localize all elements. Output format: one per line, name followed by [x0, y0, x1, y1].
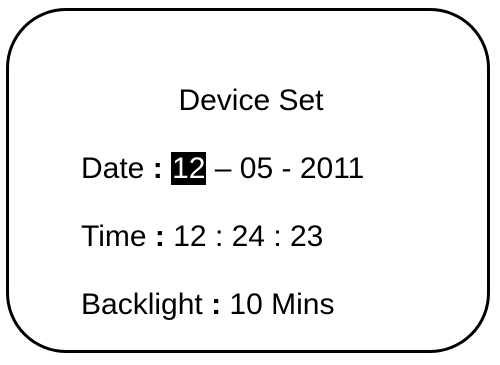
- time-row: Time : 12 : 24 : 23: [81, 219, 323, 255]
- time-separator: :: [154, 220, 165, 253]
- device-settings-screen: Device Set Date : 12 – 05 - 2011 Time : …: [6, 8, 490, 353]
- backlight-row: Backlight : 10 Mins: [81, 287, 334, 323]
- backlight-value[interactable]: 10 Mins: [229, 288, 334, 321]
- date-day-field-selected[interactable]: 12: [171, 152, 207, 185]
- time-value[interactable]: 12 : 24 : 23: [173, 220, 323, 253]
- screen-title: Device Set: [178, 84, 324, 117]
- backlight-label: Backlight: [81, 288, 203, 321]
- date-row: Date : 12 – 05 - 2011: [81, 151, 364, 187]
- time-label: Time: [81, 220, 147, 253]
- date-month-year-value[interactable]: – 05 - 2011: [215, 152, 365, 185]
- date-separator: :: [152, 152, 163, 185]
- backlight-separator: :: [211, 288, 222, 321]
- date-label: Date: [81, 152, 145, 185]
